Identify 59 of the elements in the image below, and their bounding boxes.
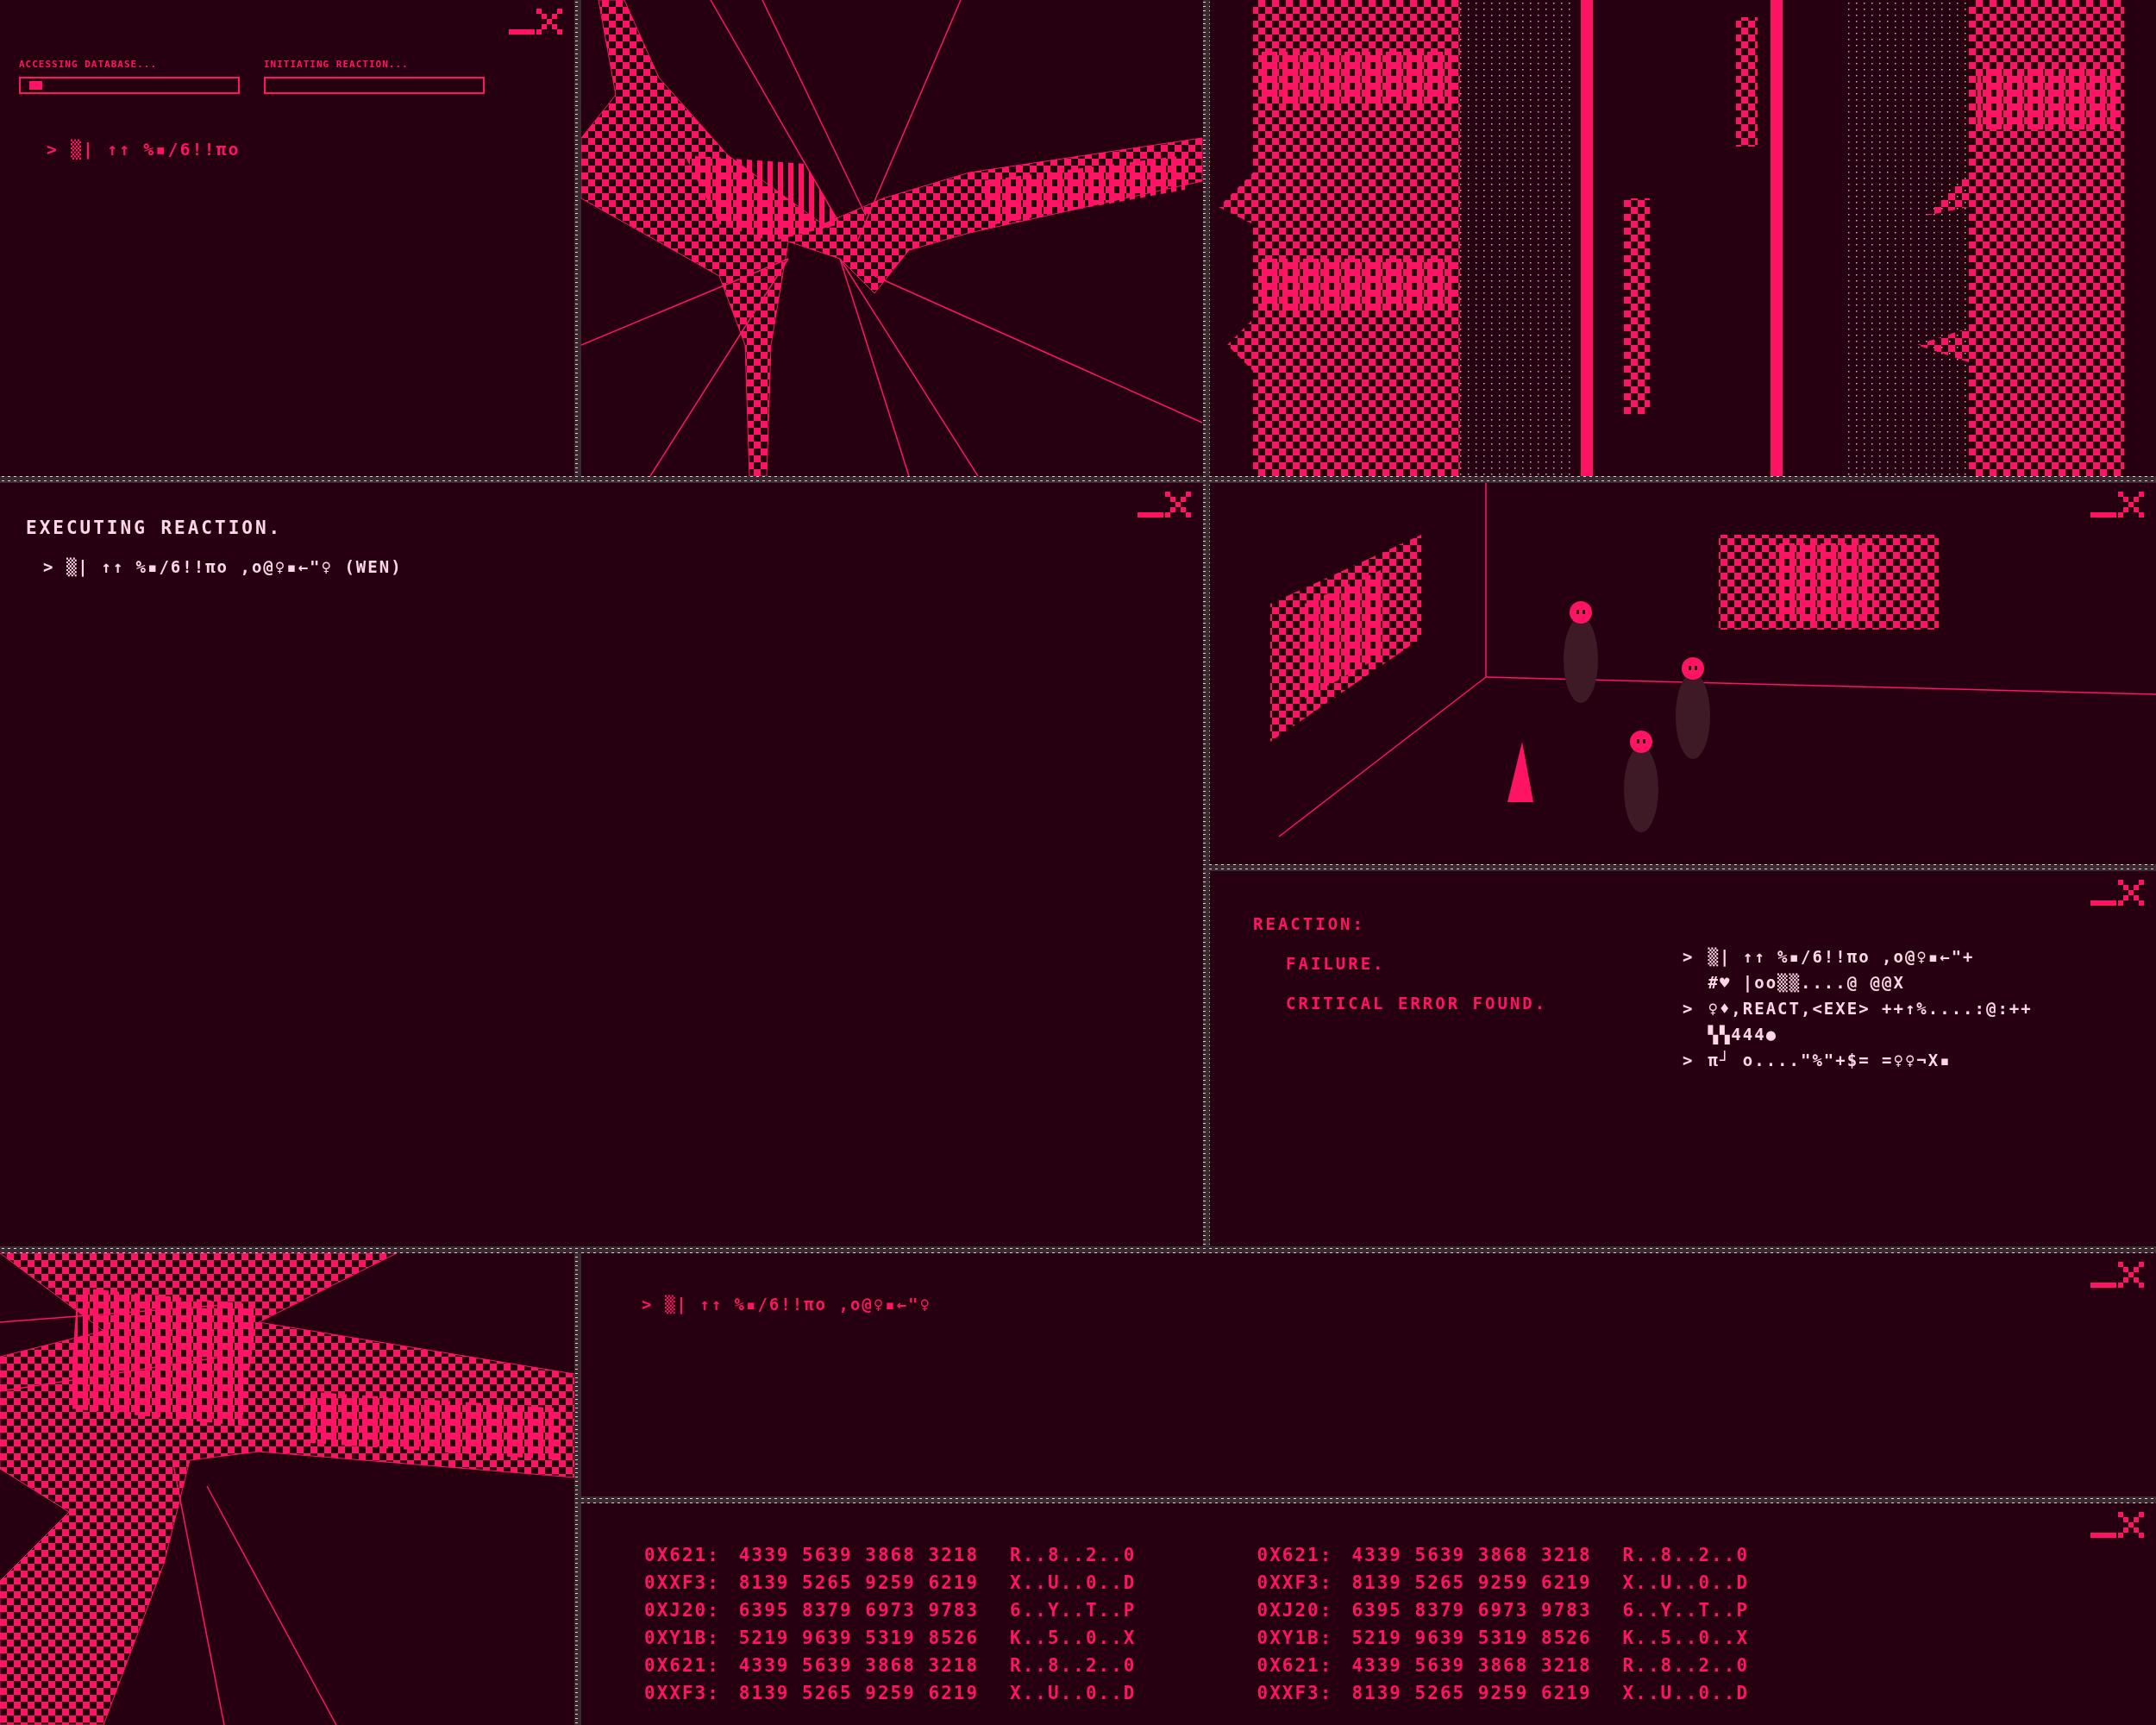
hex-values: 4339 5639 3868 3218 <box>738 1655 980 1676</box>
hex-ascii: K..5..0..X <box>1622 1628 1750 1648</box>
reaction-heading: REACTION: <box>1253 914 1366 933</box>
prompt-marker: > <box>1683 947 1693 968</box>
hex-ascii: X..U..0..D <box>1010 1683 1137 1703</box>
console-title: EXECUTING REACTION. <box>26 518 284 538</box>
hex-ascii: X..U..0..D <box>1622 1572 1750 1593</box>
hex-values: 6395 8379 6973 9783 <box>738 1600 980 1621</box>
prompt-marker: > <box>1683 999 1693 1019</box>
hex-address: 0XY1B: <box>644 1628 720 1648</box>
prompt-text: > ▒| ↑↑ %▪/6!!πo ,o@♀▪←"♀ <box>642 1295 932 1314</box>
hex-values: 8139 5265 9259 6219 <box>1351 1683 1592 1703</box>
hex-values: 6395 8379 6973 9783 <box>1351 1600 1592 1621</box>
hex-ascii: 6..Y..T..P <box>1010 1600 1137 1621</box>
prompt-text: > ▒| ↑↑ %▪/6!!πo ,o@♀▪←"♀ (WEN) <box>43 557 404 576</box>
prompt-text: > ▒| ↑↑ %▪/6!!πo <box>47 139 241 160</box>
hex-address: 0XXF3: <box>1257 1683 1333 1703</box>
hex-address: 0X621: <box>644 1655 720 1676</box>
hex-values: 4339 5639 3868 3218 <box>1351 1545 1592 1565</box>
hex-address: 0X621: <box>1257 1545 1333 1565</box>
hex-values: 8139 5265 9259 6219 <box>738 1572 980 1593</box>
hex-address: 0X621: <box>644 1545 720 1565</box>
progress-label: INITIATING REACTION... <box>264 59 410 70</box>
close-icon[interactable] <box>2118 880 2144 906</box>
hex-ascii: X..U..0..D <box>1622 1683 1750 1703</box>
hex-ascii: R..8..2..0 <box>1622 1545 1750 1565</box>
log-line: π┘ o...."%"+$= =♀♀¬X▪ <box>1708 1051 1952 1070</box>
hex-address: 0XXF3: <box>644 1683 720 1703</box>
hex-address: 0XJ20: <box>644 1600 720 1621</box>
hex-values: 8139 5265 9259 6219 <box>738 1683 980 1703</box>
hex-values: 4339 5639 3868 3218 <box>738 1545 980 1565</box>
error-message: CRITICAL ERROR FOUND. <box>1286 994 1549 1013</box>
progress-label: ACCESSING DATABASE... <box>19 59 159 70</box>
prompt-marker: > <box>1683 1051 1693 1070</box>
log-line: ▚▚444● <box>1708 1025 1779 1044</box>
error-message: FAILURE. <box>1286 954 1387 973</box>
log-line: ♀♦,REACT,<EXE> ++↑%....:@:++ <box>1708 999 2033 1018</box>
hex-values: 5219 9639 5319 8526 <box>1351 1628 1592 1648</box>
hex-address: 0XJ20: <box>1257 1600 1333 1621</box>
hex-ascii: X..U..0..D <box>1010 1572 1137 1593</box>
hex-values: 5219 9639 5319 8526 <box>738 1628 980 1648</box>
hex-address: 0XXF3: <box>1257 1572 1333 1593</box>
hex-address: 0XY1B: <box>1257 1628 1333 1648</box>
hex-address: 0X621: <box>1257 1655 1333 1676</box>
hex-ascii: R..8..2..0 <box>1010 1545 1137 1565</box>
hex-ascii: K..5..0..X <box>1010 1628 1137 1648</box>
log-line: ▒| ↑↑ %▪/6!!πo ,o@♀▪←"+ <box>1708 947 1975 966</box>
hex-values: 4339 5639 3868 3218 <box>1351 1655 1592 1676</box>
hex-values: 8139 5265 9259 6219 <box>1351 1572 1592 1593</box>
hex-ascii: R..8..2..0 <box>1010 1655 1137 1676</box>
log-line: #♥ |oo▒▒....@ @@X <box>1708 973 1906 992</box>
hex-ascii: 6..Y..T..P <box>1622 1600 1750 1621</box>
close-icon[interactable] <box>1165 492 1191 518</box>
close-icon[interactable] <box>2118 492 2144 518</box>
close-icon[interactable] <box>536 9 562 34</box>
close-icon[interactable] <box>2118 1512 2144 1538</box>
hex-address: 0XXF3: <box>644 1572 720 1593</box>
close-icon[interactable] <box>2118 1262 2144 1288</box>
hex-ascii: R..8..2..0 <box>1622 1655 1750 1676</box>
